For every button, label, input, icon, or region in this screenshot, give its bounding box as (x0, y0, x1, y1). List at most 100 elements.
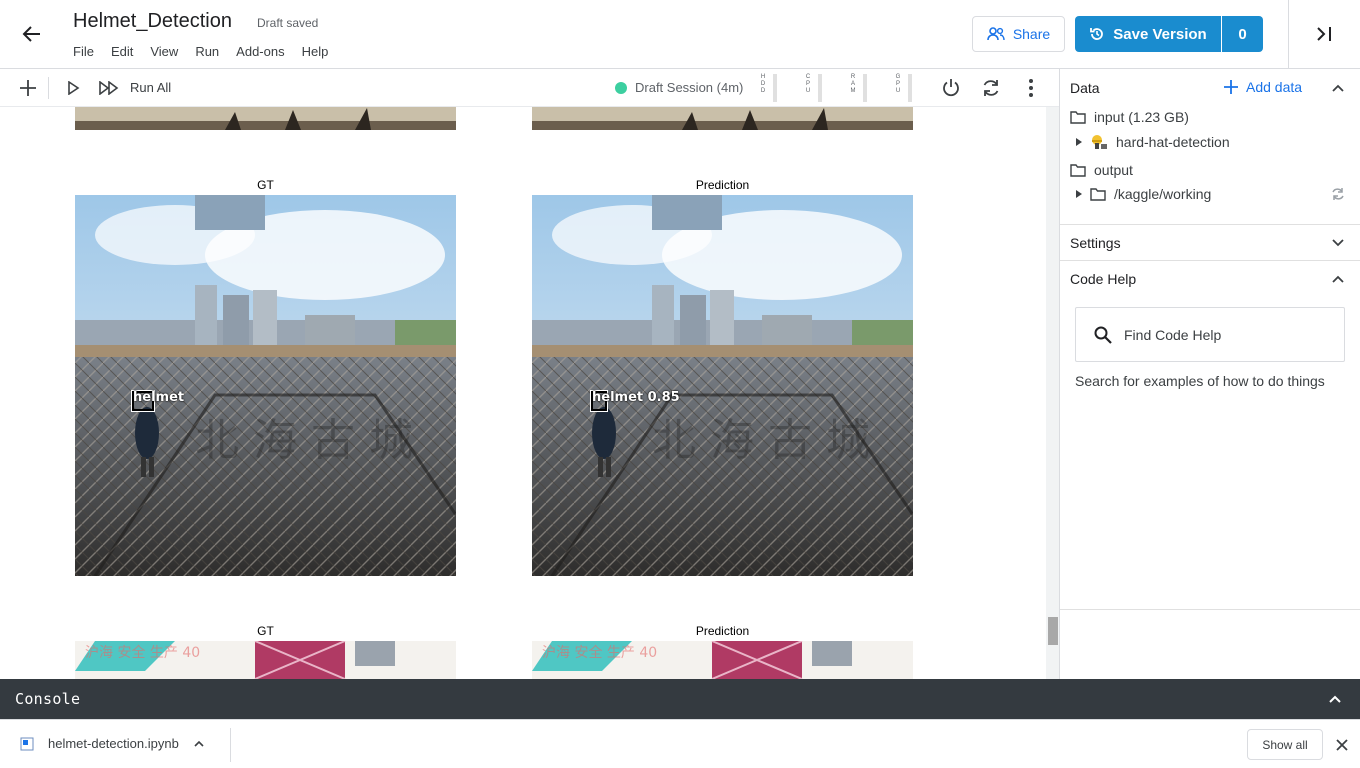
find-code-help-placeholder: Find Code Help (1124, 326, 1222, 343)
construction-site-image: 北 海 古 城 (75, 195, 456, 576)
back-button[interactable] (18, 20, 46, 48)
svg-text:北 海 古 城: 北 海 古 城 (195, 415, 413, 466)
download-bar: helmet-detection.ipynb Show all (0, 719, 1360, 768)
folder-icon (1070, 110, 1086, 124)
prediction-image: 北 海 古 城 helmet 0.85 (532, 195, 913, 576)
downloaded-file-name: helmet-detection.ipynb (48, 736, 179, 751)
caret-right-icon (1076, 190, 1082, 198)
show-all-downloads-button[interactable]: Show all (1247, 729, 1323, 760)
add-cell-button[interactable] (17, 77, 39, 99)
add-data-label: Add data (1246, 79, 1303, 95)
notebook-header: Helmet_Detection Draft saved File Edit V… (0, 0, 1360, 69)
share-label: Share (1012, 26, 1051, 42)
share-button[interactable]: Share (972, 16, 1065, 52)
dataset-label: hard-hat-detection (1116, 134, 1230, 150)
chevron-down-icon[interactable] (1330, 235, 1346, 251)
more-options-button[interactable] (1020, 77, 1042, 99)
chevron-up-icon[interactable] (1330, 80, 1346, 96)
section-divider (1060, 260, 1360, 261)
gt-figure-title: GT (257, 624, 274, 638)
collapse-right-icon (1317, 27, 1331, 41)
partial-output-image (75, 107, 456, 130)
menu-bar: File Edit View Run Add-ons Help (73, 44, 345, 59)
save-version-label: Save Version (1113, 25, 1207, 43)
code-help-hint: Search for examples of how to do things (1075, 373, 1325, 389)
chevron-up-icon[interactable] (1327, 691, 1343, 707)
dataset-item[interactable]: hard-hat-detection (1076, 133, 1230, 151)
version-count-button[interactable]: 0 (1222, 16, 1263, 52)
power-icon (943, 79, 959, 97)
gt-image: 沪海 安全 生产 40 (75, 641, 456, 679)
play-icon (68, 81, 80, 95)
settings-section-title[interactable]: Settings (1070, 235, 1121, 251)
output-folder-label: output (1094, 162, 1133, 178)
prediction-image: 沪海 安全 生产 40 (532, 641, 913, 679)
run-all-icon-button[interactable] (98, 77, 120, 99)
output-folder[interactable]: output (1070, 162, 1133, 178)
more-vertical-icon (1029, 79, 1033, 97)
menu-run[interactable]: Run (195, 44, 219, 59)
section-divider (1060, 609, 1360, 610)
notebook-scrollbar[interactable] (1046, 107, 1059, 679)
session-status-dot (615, 82, 627, 94)
gt-figure-title: GT (257, 178, 274, 192)
working-dir-item[interactable]: /kaggle/working (1076, 186, 1211, 202)
restart-button[interactable] (980, 77, 1002, 99)
notebook-toolbar: Run All Draft Session (4m) HDD CPU RAM G… (0, 69, 1060, 107)
menu-file[interactable]: File (73, 44, 94, 59)
menu-addons[interactable]: Add-ons (236, 44, 284, 59)
plus-icon (1224, 80, 1238, 94)
people-icon (987, 27, 1005, 41)
find-code-help-input[interactable]: Find Code Help (1075, 307, 1345, 362)
search-icon (1094, 326, 1112, 344)
menu-edit[interactable]: Edit (111, 44, 133, 59)
data-section-title[interactable]: Data (1070, 80, 1100, 96)
sync-icon[interactable] (1331, 187, 1345, 201)
input-folder[interactable]: input (1.23 GB) (1070, 109, 1189, 125)
code-help-section-title[interactable]: Code Help (1070, 271, 1136, 287)
refresh-icon (983, 80, 999, 96)
prediction-box-label: helmet 0.85 (592, 390, 680, 405)
partial-output-image (532, 107, 913, 130)
history-icon (1090, 28, 1104, 40)
downloaded-file[interactable]: helmet-detection.ipynb (20, 736, 205, 751)
console-title: Console (15, 690, 81, 708)
gt-box-label: helmet (133, 390, 185, 405)
chevron-up-icon[interactable] (193, 738, 205, 750)
right-sidebar: Data Add data input (1.23 GB) hard-hat-d… (1060, 69, 1360, 679)
section-divider (1060, 224, 1360, 225)
prediction-figure-title: Prediction (695, 624, 750, 638)
svg-text:沪海 安全 生产 40: 沪海 安全 生产 40 (85, 644, 200, 661)
hard-hat-icon (1092, 135, 1107, 149)
download-separator (230, 728, 231, 762)
plus-icon (20, 80, 36, 96)
notebook-output-area[interactable]: GT Prediction 北 海 古 城 helmet 北 海 古 城 hel… (0, 107, 1046, 679)
save-version-button[interactable]: Save Version (1075, 16, 1221, 52)
run-cell-button[interactable] (62, 77, 84, 99)
caret-right-icon (1076, 138, 1082, 146)
session-status[interactable]: Draft Session (4m) (635, 80, 743, 95)
menu-help[interactable]: Help (302, 44, 329, 59)
power-button[interactable] (940, 77, 962, 99)
svg-text:沪海 安全 生产 40: 沪海 安全 生产 40 (542, 644, 657, 661)
svg-text:北 海 古 城: 北 海 古 城 (652, 415, 870, 466)
close-icon[interactable] (1334, 737, 1350, 753)
console-bar[interactable]: Console (0, 679, 1360, 719)
folder-icon (1070, 163, 1086, 177)
add-data-button[interactable]: Add data (1224, 79, 1302, 95)
fast-forward-icon (99, 81, 119, 95)
working-dir-label: /kaggle/working (1114, 186, 1212, 202)
header-divider (1288, 0, 1289, 68)
scrollbar-thumb[interactable] (1048, 617, 1058, 645)
prediction-figure-title: Prediction (695, 178, 750, 192)
chevron-up-icon[interactable] (1330, 271, 1346, 287)
collapse-panel-button[interactable] (1310, 20, 1338, 48)
menu-view[interactable]: View (150, 44, 178, 59)
notebook-title[interactable]: Helmet_Detection (73, 10, 232, 33)
toolbar-separator (48, 77, 49, 99)
folder-icon (1090, 187, 1106, 201)
construction-site-image: 北 海 古 城 (532, 195, 913, 576)
file-icon (20, 737, 34, 750)
run-all-button[interactable]: Run All (130, 80, 171, 95)
arrow-left-icon (22, 26, 40, 42)
